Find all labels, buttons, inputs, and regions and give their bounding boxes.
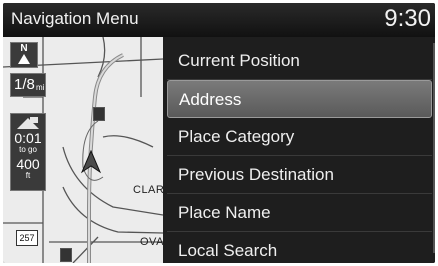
navigation-screen: Navigation Menu 9:30 N 1/8 mi 0:01 to go… bbox=[3, 3, 435, 263]
menu-item-place-name[interactable]: Place Name bbox=[167, 194, 432, 232]
clock: 9:30 bbox=[384, 5, 431, 32]
distance-unit: ft bbox=[25, 171, 31, 180]
map-orientation-button[interactable]: N bbox=[10, 42, 38, 68]
navigation-menu: Current Position Address Place Category … bbox=[163, 37, 435, 263]
menu-scrollbar[interactable] bbox=[433, 43, 435, 253]
compass-north-label: N bbox=[20, 43, 28, 54]
distance-value: 400 bbox=[16, 156, 40, 172]
scale-value: 1/8 bbox=[14, 76, 35, 93]
eta-value: 0:01 bbox=[14, 130, 42, 146]
menu-item-place-category[interactable]: Place Category bbox=[167, 118, 432, 156]
menu-item-previous-destination[interactable]: Previous Destination bbox=[167, 156, 432, 194]
eta-label: to go bbox=[19, 145, 37, 154]
route-shield-icon: 257 bbox=[16, 230, 38, 246]
north-arrow-icon bbox=[18, 54, 30, 64]
map-scale-button[interactable]: 1/8 mi bbox=[10, 73, 46, 97]
vehicle-position-icon bbox=[81, 150, 101, 174]
menu-item-current-position[interactable]: Current Position bbox=[167, 42, 432, 80]
poi-icon bbox=[60, 248, 72, 262]
page-title: Navigation Menu bbox=[11, 9, 139, 28]
poi-icon bbox=[93, 107, 105, 121]
header-bar: Navigation Menu 9:30 bbox=[3, 3, 435, 37]
map-view[interactable]: N 1/8 mi 0:01 to go 400 ft CLAR OVA 257 bbox=[3, 37, 163, 263]
turn-info-panel[interactable]: 0:01 to go 400 ft bbox=[10, 113, 46, 191]
scale-unit: mi bbox=[36, 83, 45, 92]
street-label: OVA bbox=[140, 236, 163, 248]
menu-item-local-search[interactable]: Local Search bbox=[167, 232, 432, 263]
street-label: CLAR bbox=[133, 184, 163, 196]
turn-arrow-icon bbox=[17, 117, 39, 129]
menu-item-address[interactable]: Address bbox=[167, 80, 432, 118]
